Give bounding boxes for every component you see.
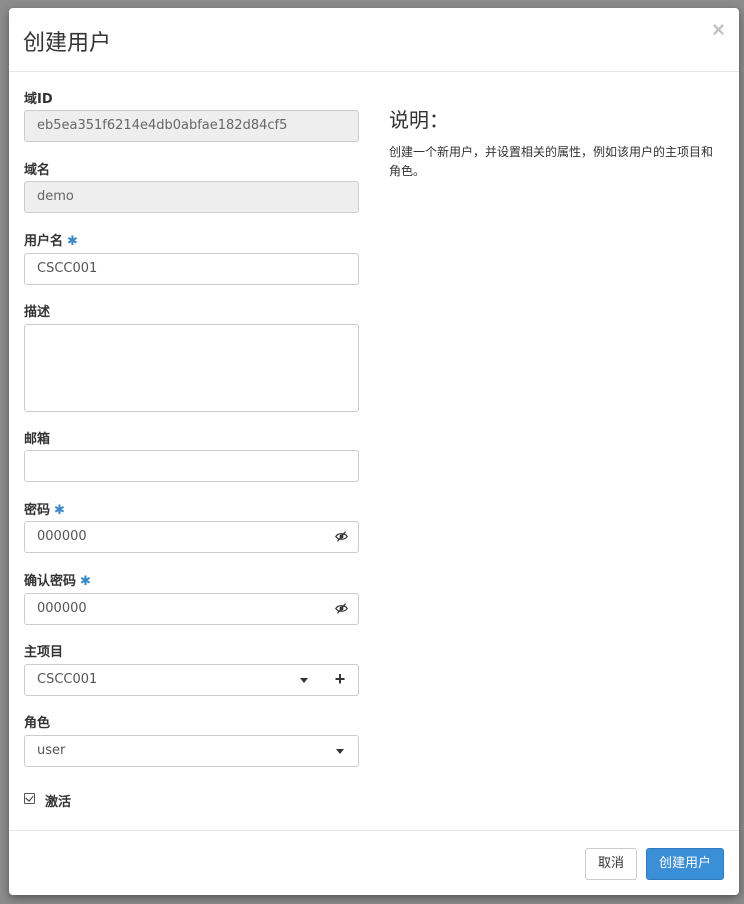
confirm-password-input[interactable]: 000000 bbox=[24, 593, 359, 625]
required-icon: ✱ bbox=[54, 503, 65, 518]
modal-footer: 取消 创建用户 bbox=[9, 830, 739, 895]
primary-project-value: CSCC001 bbox=[37, 672, 98, 687]
enabled-label: 激活 bbox=[45, 795, 72, 810]
help-text: 创建一个新用户，并设置相关的属性，例如该用户的主项目和角色。 bbox=[389, 145, 714, 178]
email-input[interactable] bbox=[24, 450, 359, 482]
email-label: 邮箱 bbox=[24, 432, 51, 447]
confirm-password-label-text: 确认密码 bbox=[24, 574, 77, 589]
username-input[interactable]: CSCC001 bbox=[24, 253, 359, 285]
password-value: 000000 bbox=[37, 529, 87, 544]
help-panel: 说明： 创建一个新用户，并设置相关的属性，例如该用户的主项目和角色。 bbox=[389, 104, 724, 181]
modal-title: 创建用户 bbox=[23, 31, 112, 56]
cancel-button[interactable]: 取消 bbox=[585, 848, 637, 880]
primary-project-select[interactable]: CSCC001 bbox=[24, 664, 323, 696]
help-title: 说明： bbox=[389, 108, 449, 132]
confirm-password-label: 确认密码 ✱ bbox=[24, 570, 91, 589]
role-select[interactable]: user bbox=[24, 735, 359, 767]
eye-slash-icon[interactable] bbox=[335, 530, 348, 543]
description-textarea[interactable] bbox=[24, 324, 359, 412]
enabled-checkbox[interactable] bbox=[24, 793, 35, 804]
add-project-button[interactable]: + bbox=[322, 664, 359, 696]
password-label: 密码 ✱ bbox=[24, 499, 65, 518]
create-user-button[interactable]: 创建用户 bbox=[646, 848, 724, 880]
description-label: 描述 bbox=[24, 305, 51, 320]
caret-down-icon bbox=[300, 678, 308, 683]
username-label-text: 用户名 bbox=[24, 234, 64, 249]
primary-project-label: 主项目 bbox=[24, 645, 64, 660]
create-user-modal: 创建用户 × 域ID eb5ea351f6214e4db0abfae182d84… bbox=[9, 8, 739, 895]
domain-name-field: demo bbox=[24, 181, 359, 213]
required-icon: ✱ bbox=[80, 574, 91, 589]
confirm-password-value: 000000 bbox=[37, 601, 87, 616]
domain-name-label: 域名 bbox=[24, 163, 51, 178]
password-input[interactable]: 000000 bbox=[24, 521, 359, 553]
role-value: user bbox=[37, 743, 66, 758]
role-label: 角色 bbox=[24, 716, 51, 731]
eye-slash-icon[interactable] bbox=[335, 602, 348, 615]
required-icon: ✱ bbox=[67, 234, 78, 249]
caret-down-icon bbox=[336, 749, 344, 754]
close-icon[interactable]: × bbox=[712, 18, 725, 42]
modal-header: 创建用户 × bbox=[9, 8, 739, 72]
username-label: 用户名 ✱ bbox=[24, 230, 78, 249]
password-label-text: 密码 bbox=[24, 503, 51, 518]
domain-id-field: eb5ea351f6214e4db0abfae182d84cf5 bbox=[24, 110, 359, 142]
domain-id-label: 域ID bbox=[24, 92, 53, 107]
